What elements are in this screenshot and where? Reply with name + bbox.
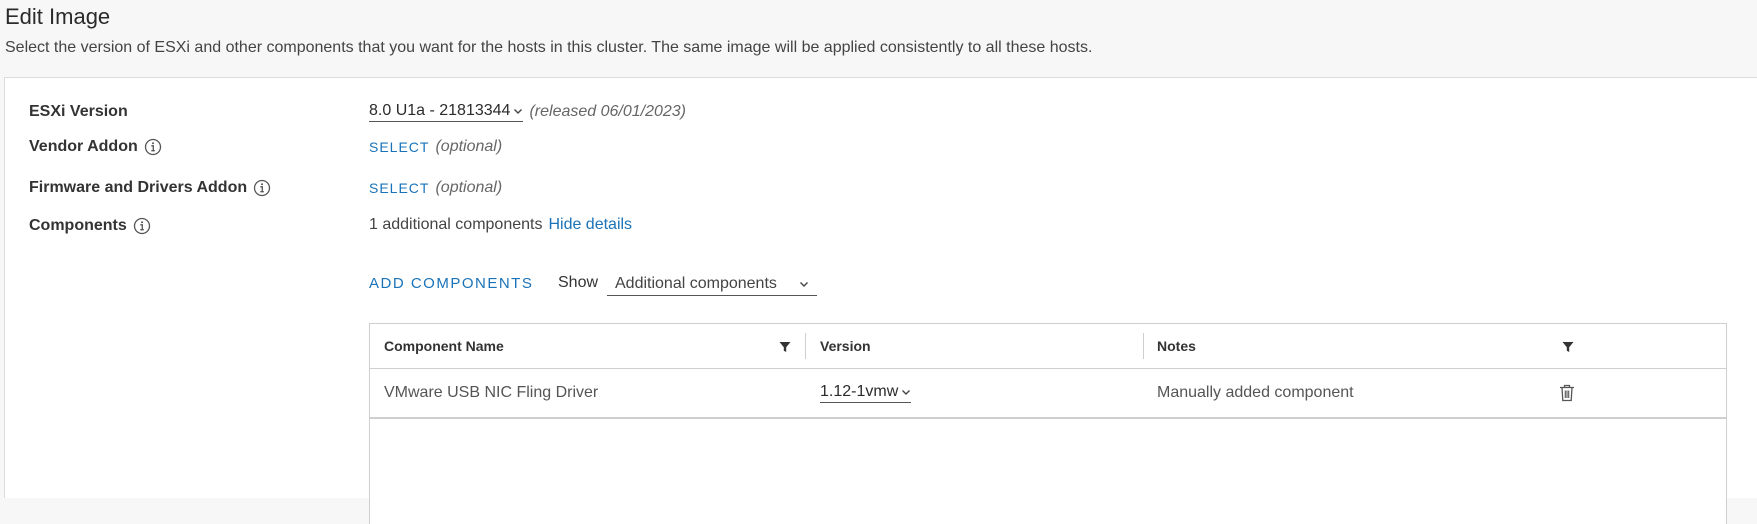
esxi-release-date: (released 06/01/2023) <box>529 103 687 120</box>
firmware-addon-select-button[interactable]: SELECT <box>369 180 429 196</box>
filter-icon[interactable] <box>1561 340 1575 354</box>
vendor-addon-label: Vendor Addon <box>29 138 138 155</box>
chevron-down-icon <box>514 109 523 114</box>
chevron-down-icon <box>800 281 808 287</box>
column-header-version[interactable]: Version <box>820 324 871 368</box>
show-label: Show <box>558 274 599 291</box>
show-filter-select[interactable]: Additional components <box>607 272 817 296</box>
trash-icon[interactable] <box>1559 384 1575 402</box>
vendor-addon-value: SELECT (optional) <box>369 138 502 156</box>
vendor-addon-row-label: Vendor Addon <box>29 138 162 156</box>
vendor-addon-hint: (optional) <box>435 138 503 155</box>
hide-details-link[interactable]: Hide details <box>548 216 632 234</box>
firmware-addon-value: SELECT (optional) <box>369 179 502 197</box>
page-description: Select the version of ESXi and other com… <box>5 39 1093 56</box>
components-value: 1 additional components Hide details <box>369 216 632 234</box>
edit-image-panel: ESXi Version 8.0 U1a - 21813344 (release… <box>4 77 1757 524</box>
vendor-addon-select-button[interactable]: SELECT <box>369 139 429 155</box>
component-version-cell: 1.12-1vmw <box>820 369 912 417</box>
add-components-button[interactable]: ADD COMPONENTS <box>369 275 533 292</box>
component-name-cell: VMware USB NIC Fling Driver <box>384 384 599 401</box>
esxi-version-selected: 8.0 U1a - 21813344 <box>369 102 511 119</box>
info-icon[interactable] <box>144 138 162 156</box>
column-header-notes[interactable]: Notes <box>1157 324 1196 368</box>
component-version-value: 1.12-1vmw <box>820 383 899 400</box>
firmware-addon-hint: (optional) <box>435 179 503 196</box>
info-icon[interactable] <box>253 179 271 197</box>
grid-header: Component Name Version Notes <box>370 324 1726 369</box>
components-label: Components <box>29 217 127 234</box>
chevron-down-icon <box>902 390 911 395</box>
firmware-addon-label: Firmware and Drivers Addon <box>29 179 248 196</box>
components-row-label: Components <box>29 217 151 235</box>
components-summary: 1 additional components <box>369 216 543 233</box>
column-header-component-name[interactable]: Component Name <box>384 324 504 368</box>
column-divider[interactable] <box>805 333 806 359</box>
esxi-version-dropdown[interactable]: 8.0 U1a - 21813344 <box>369 102 524 122</box>
table-row[interactable]: VMware USB NIC Fling Driver 1.12-1vmw Ma… <box>370 369 1726 419</box>
page-title: Edit Image <box>5 4 111 29</box>
component-version-dropdown[interactable]: 1.12-1vmw <box>820 383 912 403</box>
components-grid: Component Name Version Notes VMware USB … <box>369 323 1727 524</box>
esxi-version-value: 8.0 U1a - 21813344 (released 06/01/2023) <box>369 102 686 122</box>
show-filter-value: Additional components <box>615 274 777 292</box>
info-icon[interactable] <box>133 217 151 235</box>
esxi-version-label: ESXi Version <box>29 103 128 120</box>
esxi-version-row-label: ESXi Version <box>29 103 128 121</box>
column-divider[interactable] <box>1143 333 1144 359</box>
component-notes-cell: Manually added component <box>1157 384 1354 401</box>
filter-icon[interactable] <box>778 340 792 354</box>
firmware-addon-row-label: Firmware and Drivers Addon <box>29 179 271 197</box>
